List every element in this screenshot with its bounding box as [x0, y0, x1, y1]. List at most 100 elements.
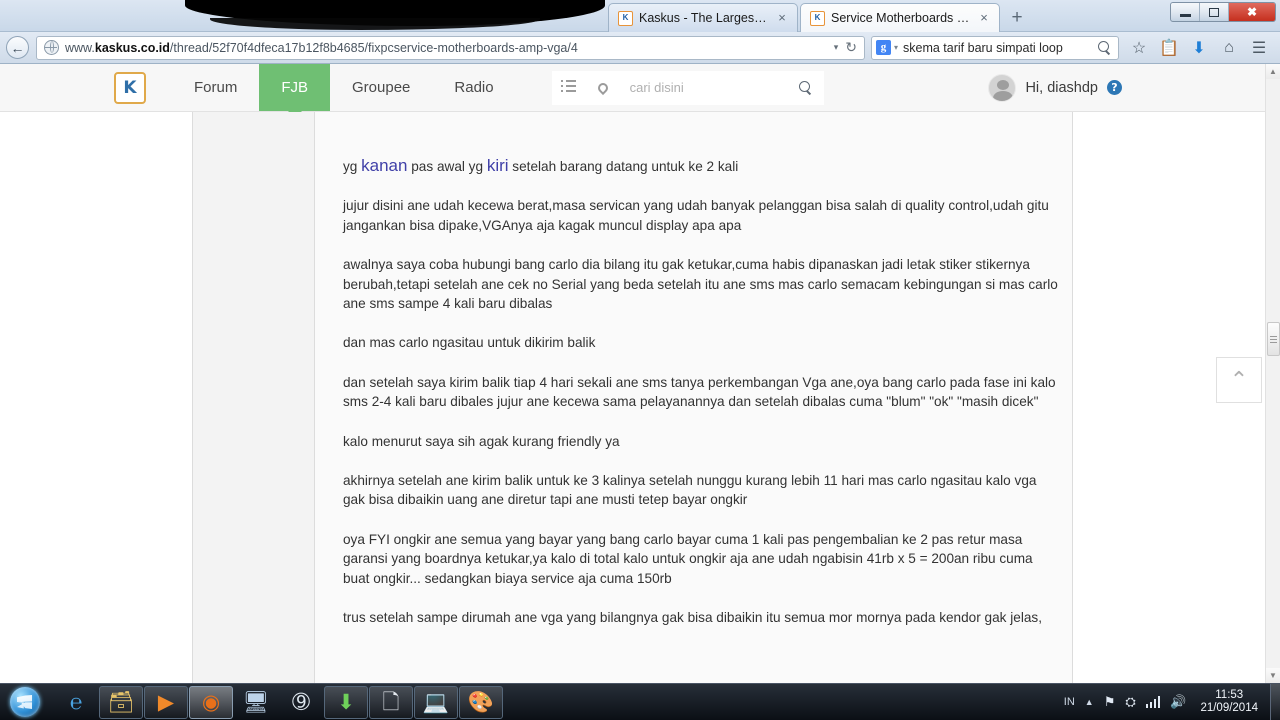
post-body: yg kanan pas awal yg kiri setelah barang…	[343, 156, 1061, 648]
post-paragraph-1: yg kanan pas awal yg kiri setelah barang…	[343, 156, 739, 175]
tab-kaskus-home[interactable]: K Kaskus - The Largest Indon... ×	[608, 3, 798, 32]
tab-title: Service Motherboards & V...	[831, 11, 971, 25]
globe-icon	[44, 40, 59, 55]
scrollbar-down-arrow[interactable]: ▼	[1266, 668, 1280, 683]
language-indicator[interactable]: IN	[1064, 696, 1075, 708]
start-button[interactable]	[2, 685, 48, 720]
taskbar-system-monitor[interactable]: 💻	[414, 685, 458, 719]
clock-date: 21/09/2014	[1200, 702, 1258, 714]
network-signal-icon[interactable]	[1145, 696, 1161, 708]
taskbar-installer[interactable]: ⬇	[324, 685, 368, 719]
nav-item-fjb[interactable]: FJB	[259, 64, 331, 118]
post-author-sidebar	[193, 112, 315, 683]
computer-icon: 💻	[422, 690, 450, 714]
nav-label: Radio	[454, 79, 494, 96]
address-bar[interactable]: www.kaskus.co.id/thread/52f70f4dfeca17b1…	[36, 35, 865, 60]
screen-artifact-overlay	[185, 0, 605, 26]
highlight-kiri: kiri	[486, 156, 509, 175]
taskbar-media-player[interactable]: ▶	[144, 685, 188, 719]
show-hidden-icons-button[interactable]: ▲	[1085, 697, 1094, 707]
taskbar-windows-explorer[interactable]: 🗃	[99, 685, 143, 719]
internet-explorer-icon: ℮	[69, 690, 83, 714]
post-paragraph-8: oya FYI ongkir ane semua yang bayar yang…	[343, 531, 1033, 586]
scrollbar-up-arrow[interactable]: ▲	[1266, 64, 1280, 79]
maximize-button[interactable]	[1200, 3, 1229, 21]
taskbar-paint[interactable]: 🎨	[459, 685, 503, 719]
avatar	[988, 73, 1017, 102]
tab-close-icon[interactable]: ×	[977, 11, 991, 25]
post-paragraph-9: trus setelah sampe dirumah ane vga yang …	[343, 610, 1042, 626]
tab-close-icon[interactable]: ×	[775, 11, 789, 25]
reload-icon[interactable]: ↻	[845, 39, 857, 56]
page-body: yg kanan pas awal yg kiri setelah barang…	[0, 112, 1280, 683]
nav-item-groupee[interactable]: Groupee	[330, 64, 432, 111]
taskbar-buttons: ℮ 🗃 ▶ ◉ 🖥 ➈ ⬇ 🗋 💻 🎨	[54, 685, 503, 719]
firefox-icon: ◉	[201, 690, 221, 714]
taskbar-firefox[interactable]: ◉	[189, 685, 233, 719]
close-button[interactable]: ✖	[1229, 3, 1275, 21]
menu-hamburger-icon[interactable]: ☰	[1244, 35, 1274, 61]
scrollbar-thumb[interactable]	[1267, 322, 1280, 356]
taskbar-remote-desktop[interactable]: 🖥	[234, 686, 278, 719]
chevron-down-icon[interactable]: ▾	[894, 43, 898, 52]
downloads-icon[interactable]: ⬇	[1184, 35, 1214, 61]
taskbar-steam[interactable]: ➈	[279, 686, 323, 719]
action-center-flag-icon[interactable]: ⚑	[1104, 694, 1116, 710]
clock[interactable]: 11:53 21/09/2014	[1196, 689, 1264, 715]
home-icon[interactable]: ⌂	[1214, 35, 1244, 61]
taskbar-internet-explorer[interactable]: ℮	[54, 686, 98, 719]
back-button[interactable]: ←	[6, 36, 29, 59]
maximize-icon	[1209, 7, 1219, 17]
post-paragraph-7: akhirnya setelah ane kirim balik untuk k…	[343, 473, 1037, 508]
download-install-icon: ⬇	[337, 690, 355, 714]
site-search-button[interactable]	[789, 70, 824, 105]
minimize-button[interactable]	[1171, 3, 1200, 21]
taskbar: ℮ 🗃 ▶ ◉ 🖥 ➈ ⬇ 🗋 💻 🎨 IN ▲ ⚑ ⛭ 🔊 11:53 21/…	[0, 683, 1280, 720]
screen-artifact-overlay-secondary	[210, 18, 540, 30]
browser-search-input[interactable]: skema tarif baru simpati loop	[903, 41, 1098, 55]
nav-item-forum[interactable]: Forum	[172, 64, 259, 111]
left-gutter	[0, 112, 192, 683]
volume-icon[interactable]: 🔊	[1170, 694, 1186, 710]
navigation-toolbar: ← www.kaskus.co.id/thread/52f70f4dfeca17…	[0, 32, 1280, 64]
back-arrow-icon: ←	[10, 39, 25, 56]
new-tab-button[interactable]: +	[1006, 7, 1028, 29]
post-paragraph-2: jujur disini ane udah kecewa berat,masa …	[343, 198, 1049, 233]
reading-list-icon[interactable]: 📋	[1154, 35, 1184, 61]
browser-search-bar[interactable]: g ▾ skema tarif baru simpati loop	[871, 35, 1119, 60]
tab-service-motherboards[interactable]: K Service Motherboards & V... ×	[800, 3, 1000, 32]
taskbar-notepad[interactable]: 🗋	[369, 685, 413, 719]
site-search-group: cari disini	[551, 64, 824, 111]
post-paragraph-6: kalo menurut saya sih agak kurang friend…	[343, 433, 620, 449]
user-menu[interactable]: Hi, diashdp ?	[988, 64, 1280, 111]
url-text: www.kaskus.co.id/thread/52f70f4dfeca17b1…	[65, 40, 578, 55]
scroll-to-top-button[interactable]: ⌃	[1216, 357, 1262, 403]
steam-icon: ➈	[292, 690, 310, 714]
category-list-icon[interactable]	[551, 70, 586, 105]
kaskus-logo-icon: K	[114, 71, 146, 104]
bookmark-star-icon[interactable]: ☆	[1124, 35, 1154, 61]
windows-update-icon[interactable]: ⛭	[1125, 694, 1135, 710]
window-controls: ✖	[1170, 2, 1276, 22]
location-pin-icon[interactable]	[585, 70, 620, 105]
thread-content-column: yg kanan pas awal yg kiri setelah barang…	[192, 112, 1073, 683]
highlight-kanan: kanan	[361, 156, 408, 175]
site-search-input[interactable]: cari disini	[619, 70, 790, 105]
site-logo[interactable]: K	[102, 64, 158, 111]
nav-item-radio[interactable]: Radio	[432, 64, 515, 111]
site-nav: Forum FJB Groupee Radio	[172, 64, 516, 118]
post-paragraph-4: dan mas carlo ngasitau untuk dikirim bal…	[343, 335, 596, 351]
post-paragraph-5: dan setelah saya kirim balik tiap 4 hari…	[343, 374, 1056, 410]
toolbar-icons: ☆ 📋 ⬇ ⌂ ☰	[1124, 35, 1274, 61]
show-desktop-button[interactable]	[1270, 683, 1280, 720]
chevron-up-icon: ⌃	[1229, 367, 1249, 392]
site-header: K Forum FJB Groupee Radio cari disini Hi…	[0, 64, 1280, 118]
document-icon: 🗋	[382, 690, 400, 714]
page-scrollbar[interactable]: ▲ ▼	[1265, 64, 1280, 683]
search-icon[interactable]	[1098, 41, 1111, 54]
system-tray: IN ▲ ⚑ ⛭ 🔊 11:53 21/09/2014	[1064, 689, 1268, 715]
help-icon[interactable]: ?	[1107, 80, 1122, 95]
close-icon: ✖	[1246, 5, 1258, 19]
minimize-icon	[1179, 14, 1191, 17]
chevron-down-icon[interactable]: ▾	[834, 42, 839, 53]
